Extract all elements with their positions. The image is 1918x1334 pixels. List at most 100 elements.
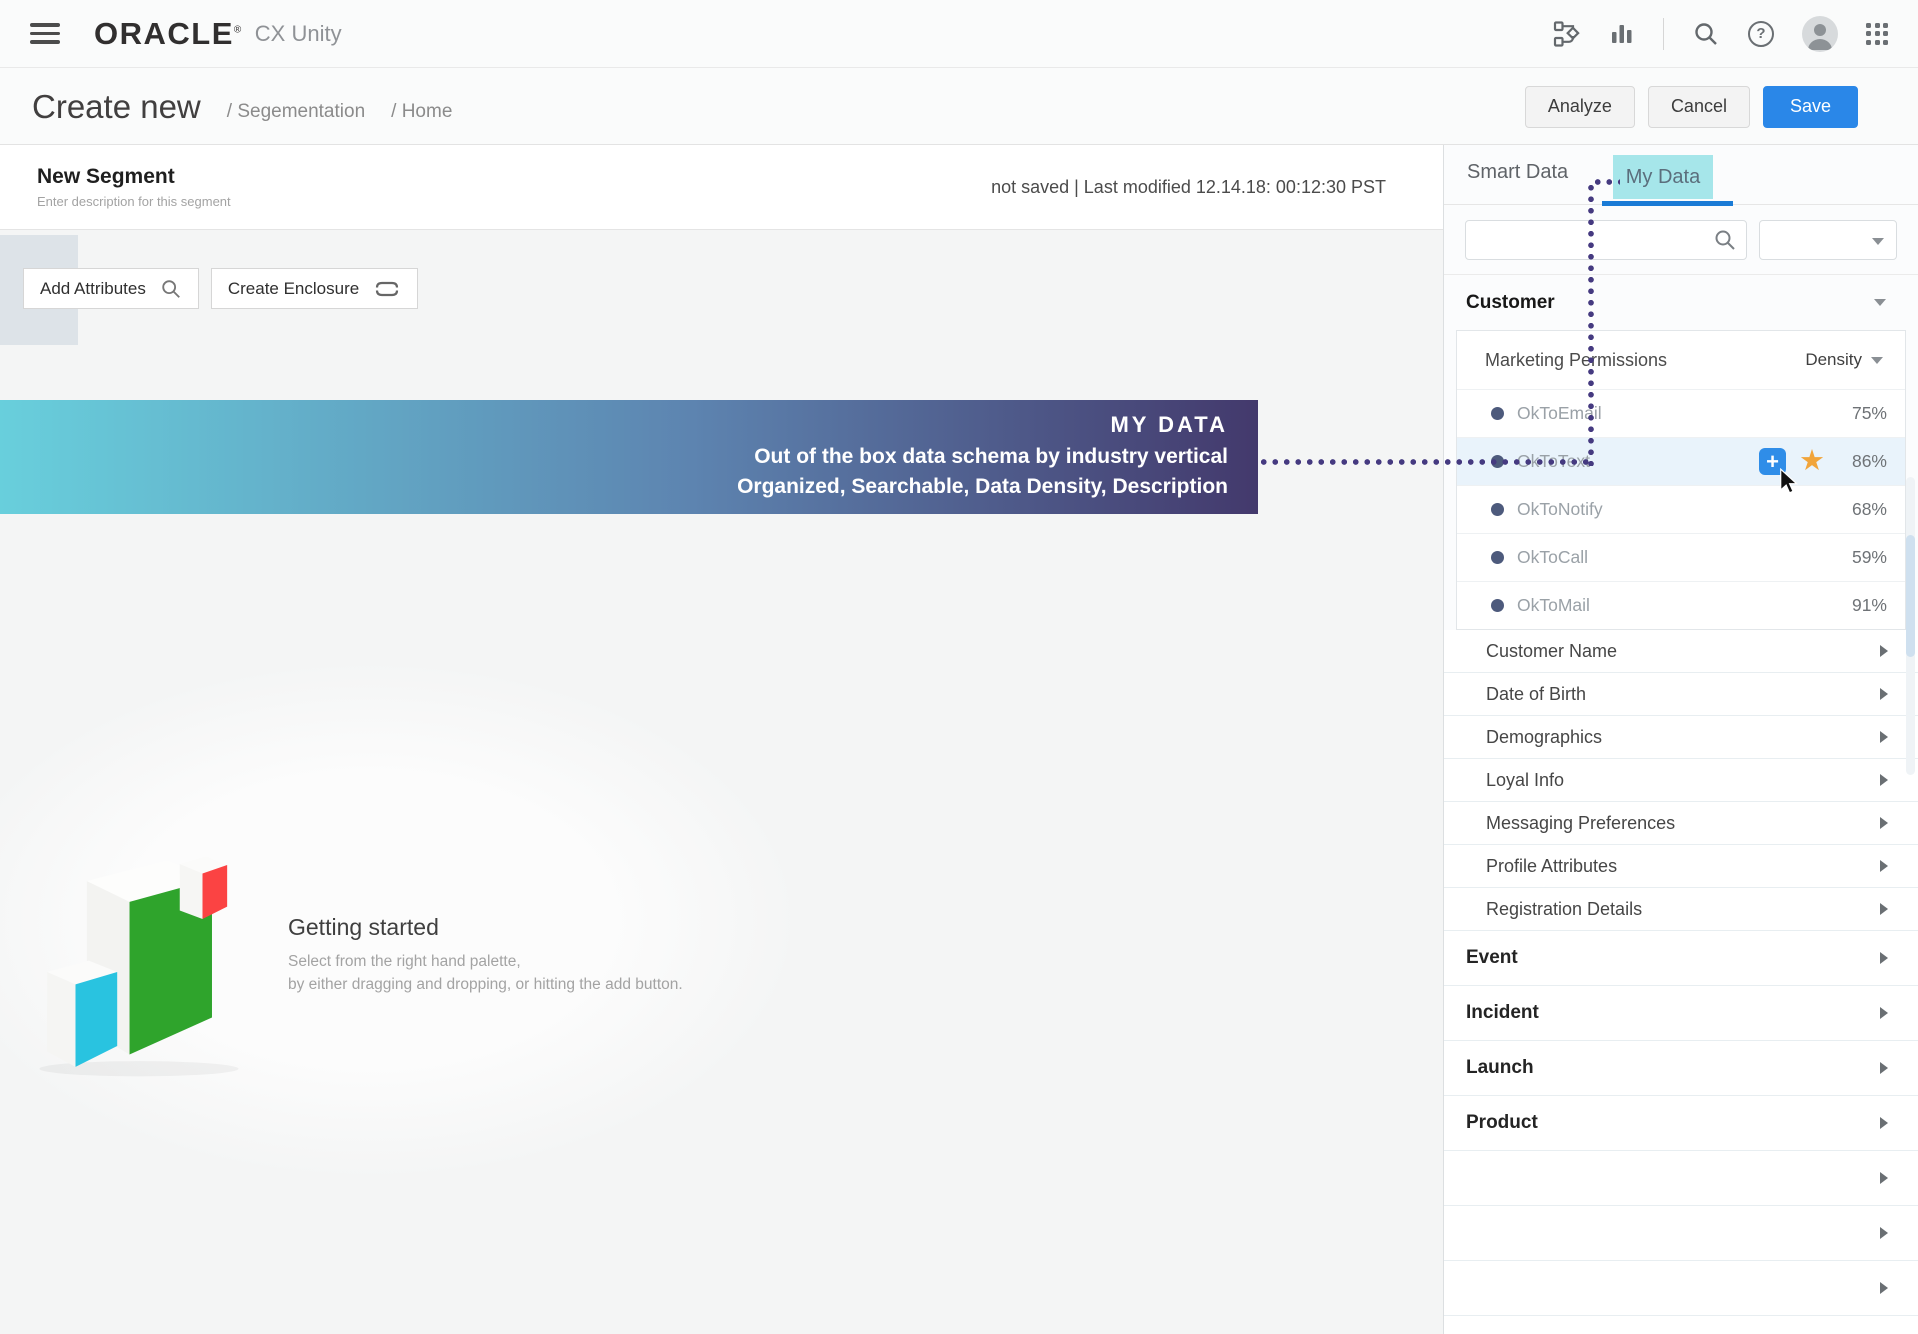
attribute-group-row[interactable]: Profile Attributes bbox=[1444, 845, 1918, 888]
tab-smart-data[interactable]: Smart Data bbox=[1467, 161, 1568, 184]
palette-filter-dropdown[interactable] bbox=[1759, 219, 1897, 260]
chevron-down-icon bbox=[1874, 299, 1886, 306]
help-icon[interactable]: ? bbox=[1748, 20, 1774, 47]
breadcrumb-home[interactable]: / Home bbox=[391, 101, 452, 123]
chevron-right-icon bbox=[1880, 774, 1888, 786]
attribute-label: OkToEmail bbox=[1517, 403, 1602, 423]
chevron-right-icon bbox=[1880, 1227, 1888, 1239]
chevron-right-icon bbox=[1880, 1172, 1888, 1184]
category-row[interactable]: Product bbox=[1444, 1096, 1918, 1151]
attribute-group-row[interactable]: Date of Birth bbox=[1444, 673, 1918, 716]
category-list: Event Incident Launch Product bbox=[1444, 931, 1918, 1151]
empty-category-row[interactable] bbox=[1444, 1261, 1918, 1316]
category-label: Launch bbox=[1466, 1057, 1534, 1078]
analytics-bar-chart-icon[interactable] bbox=[1609, 21, 1635, 47]
scrollbar-thumb[interactable] bbox=[1906, 535, 1915, 657]
app-grid-icon[interactable] bbox=[1866, 22, 1888, 45]
attribute-group-row[interactable]: Customer Name bbox=[1444, 630, 1918, 673]
page-header: Create new / Segementation / Home Analyz… bbox=[0, 68, 1918, 145]
density-sort-label: Density bbox=[1805, 350, 1862, 369]
cancel-button[interactable]: Cancel bbox=[1647, 85, 1750, 128]
group-scrollbar[interactable] bbox=[1906, 477, 1915, 775]
attribute-label: OkToMail bbox=[1517, 595, 1590, 615]
connector-dotted-line-vertical bbox=[1588, 182, 1594, 466]
add-attributes-button[interactable]: Add Attributes bbox=[23, 268, 199, 309]
category-row[interactable]: Incident bbox=[1444, 986, 1918, 1041]
chevron-right-icon bbox=[1880, 645, 1888, 657]
workflow-icon[interactable] bbox=[1553, 20, 1581, 48]
category-label: Product bbox=[1466, 1112, 1538, 1133]
tab-my-data[interactable]: My Data bbox=[1613, 155, 1713, 199]
attribute-group-label: Registration Details bbox=[1486, 898, 1643, 919]
customer-attribute-list: Customer Name Date of Birth Demographics… bbox=[1444, 630, 1918, 931]
attribute-dot-icon bbox=[1491, 407, 1504, 420]
permissions-list: OkToEmail + ★ 75% OkToText + ★ 86% bbox=[1457, 389, 1905, 629]
top-navigation-bar: ORACLE® CX Unity ? bbox=[0, 0, 1918, 68]
my-data-callout-banner: MY DATA Out of the box data schema by in… bbox=[0, 400, 1258, 514]
group-header: Marketing Permissions Density bbox=[1457, 331, 1905, 389]
density-value: 59% bbox=[1851, 547, 1887, 567]
getting-started-line-1: Select from the right hand palette, bbox=[288, 952, 521, 970]
getting-started-line-2: by either dragging and dropping, or hitt… bbox=[288, 976, 683, 993]
nav-divider bbox=[1663, 17, 1664, 50]
search-icon bbox=[162, 279, 180, 298]
permission-row[interactable]: OkToNotify + ★ 68% bbox=[1457, 485, 1905, 533]
chevron-right-icon bbox=[1880, 817, 1888, 829]
category-row[interactable]: Launch bbox=[1444, 1041, 1918, 1096]
canvas-toolbar: Add Attributes Create Enclosure bbox=[23, 268, 419, 309]
permission-row[interactable]: OkToMail + ★ 91% bbox=[1457, 581, 1905, 629]
palette-search-row bbox=[1444, 205, 1918, 275]
analyze-button[interactable]: Analyze bbox=[1524, 85, 1635, 128]
attribute-label: OkToNotify bbox=[1517, 499, 1603, 519]
empty-category-row[interactable] bbox=[1444, 1316, 1918, 1334]
category-label: Incident bbox=[1466, 1002, 1539, 1023]
density-sort-control[interactable]: Density bbox=[1805, 350, 1883, 370]
attribute-dot-icon bbox=[1491, 551, 1504, 564]
search-icon[interactable] bbox=[1692, 20, 1720, 48]
chevron-right-icon bbox=[1880, 903, 1888, 915]
save-button[interactable]: Save bbox=[1762, 85, 1858, 128]
customer-section-header[interactable]: Customer bbox=[1444, 275, 1918, 330]
attribute-group-row[interactable]: Loyal Info bbox=[1444, 759, 1918, 802]
empty-category-row[interactable] bbox=[1444, 1206, 1918, 1261]
breadcrumb-segmentation[interactable]: / Segementation bbox=[227, 101, 365, 123]
cubes-illustration bbox=[39, 856, 239, 1077]
attribute-group-row[interactable]: Demographics bbox=[1444, 716, 1918, 759]
segment-description-placeholder[interactable]: Enter description for this segment bbox=[37, 194, 231, 209]
chevron-right-icon bbox=[1880, 1282, 1888, 1294]
top-strip: ORACLE® CX Unity ? Create new / Segement… bbox=[0, 0, 1918, 145]
chevron-right-icon bbox=[1880, 1062, 1888, 1074]
group-title: Marketing Permissions bbox=[1485, 349, 1668, 370]
app-window: ORACLE® CX Unity ? Create new / Segement… bbox=[0, 0, 1918, 1334]
oracle-logo: ORACLE® bbox=[94, 15, 243, 51]
attribute-group-label: Customer Name bbox=[1486, 640, 1618, 661]
getting-started: Getting started Select from the right ha… bbox=[30, 830, 683, 1080]
mouse-cursor bbox=[1780, 468, 1799, 494]
palette-search-input[interactable] bbox=[1465, 219, 1747, 260]
create-enclosure-button[interactable]: Create Enclosure bbox=[210, 268, 419, 309]
chevron-right-icon bbox=[1880, 952, 1888, 964]
segment-canvas: Add Attributes Create Enclosure MY DATA … bbox=[0, 230, 1443, 1334]
avatar-icon[interactable] bbox=[1802, 15, 1838, 52]
attribute-group-label: Profile Attributes bbox=[1486, 855, 1618, 876]
product-name: CX Unity bbox=[254, 20, 342, 46]
registered-mark: ® bbox=[233, 24, 243, 36]
save-status-text: not saved | Last modified 12.14.18: 00:1… bbox=[991, 176, 1386, 197]
attribute-group-label: Demographics bbox=[1486, 726, 1603, 747]
data-palette-sidebar: Smart Data My Data Customer Marketing Pe… bbox=[1443, 145, 1918, 1334]
category-row[interactable]: Event bbox=[1444, 931, 1918, 986]
chevron-down-icon bbox=[1871, 356, 1883, 364]
banner-title: MY DATA bbox=[1110, 411, 1228, 437]
density-value: 68% bbox=[1851, 499, 1887, 519]
palette-tabs: Smart Data My Data bbox=[1444, 145, 1918, 206]
segment-name[interactable]: New Segment bbox=[37, 165, 231, 189]
hamburger-menu-icon[interactable] bbox=[30, 23, 60, 44]
favorite-star-icon[interactable]: ★ bbox=[1799, 447, 1825, 476]
attribute-group-row[interactable]: Registration Details bbox=[1444, 888, 1918, 931]
density-value: 86% bbox=[1851, 451, 1887, 471]
attribute-group-row[interactable]: Messaging Preferences bbox=[1444, 802, 1918, 845]
banner-line-2: Organized, Searchable, Data Density, Des… bbox=[737, 475, 1228, 498]
permission-row[interactable]: OkToEmail + ★ 75% bbox=[1457, 389, 1905, 437]
permission-row[interactable]: OkToCall + ★ 59% bbox=[1457, 533, 1905, 581]
empty-category-row[interactable] bbox=[1444, 1151, 1918, 1206]
